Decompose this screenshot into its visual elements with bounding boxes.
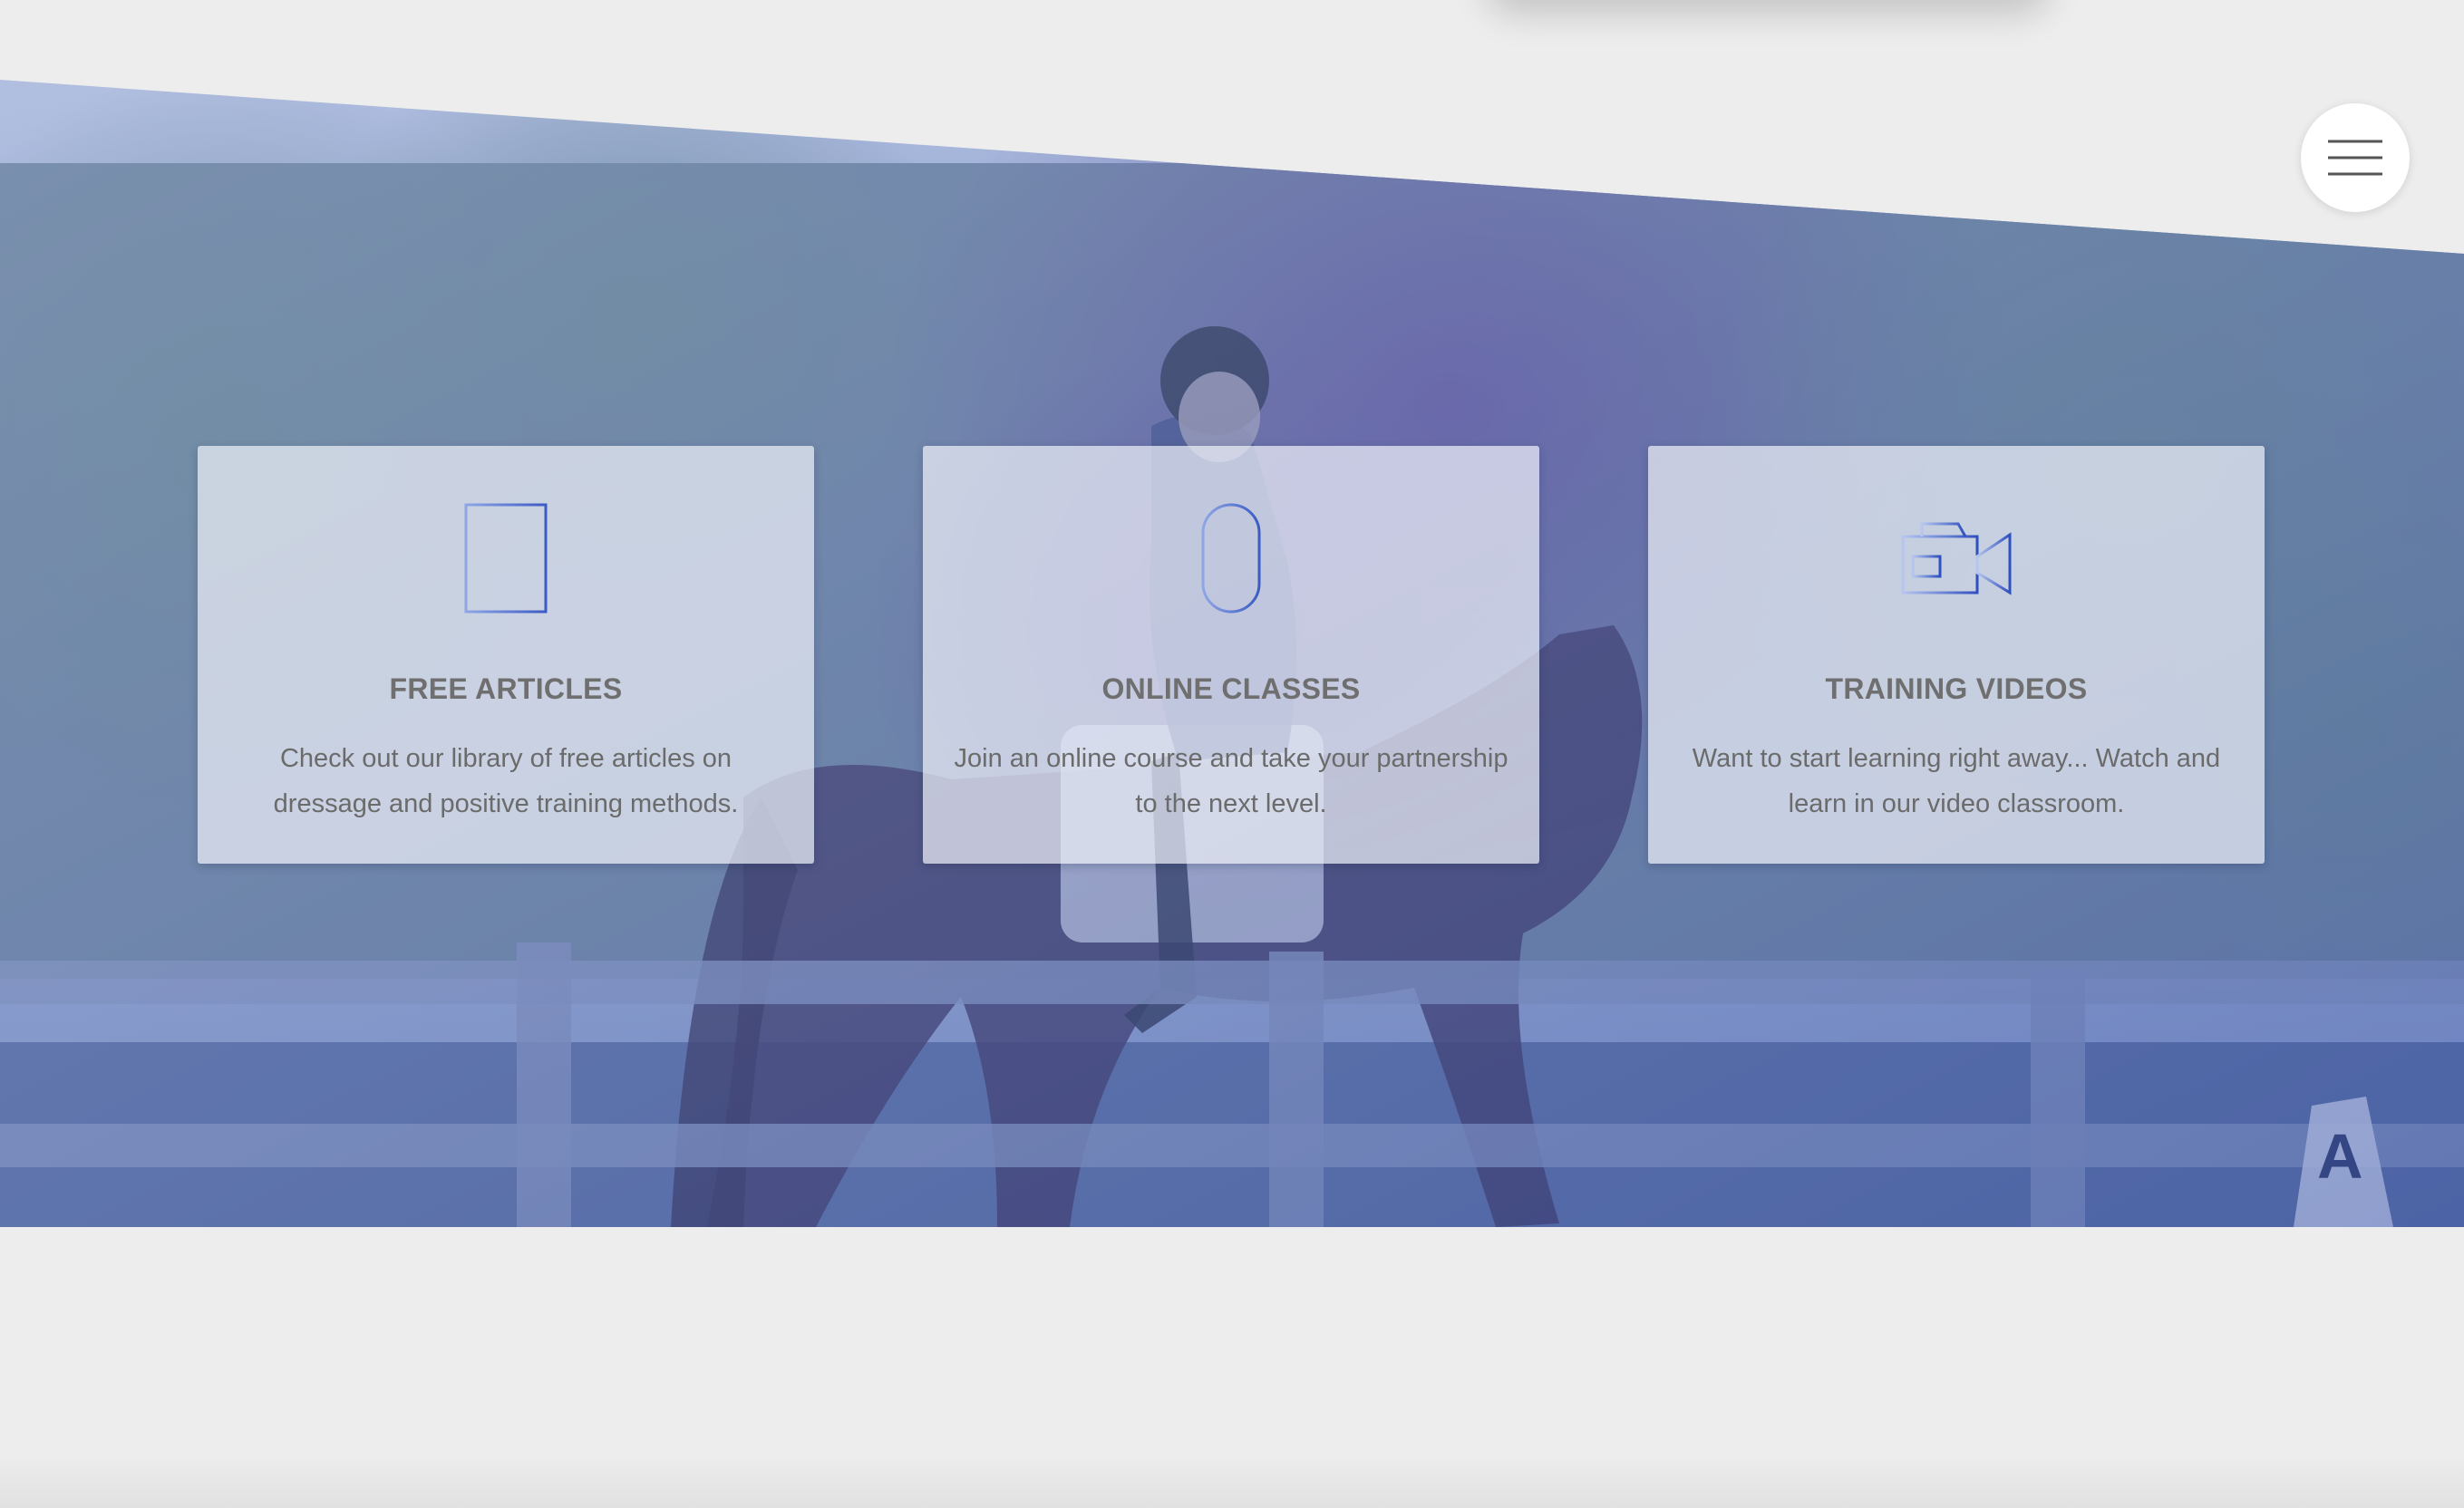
hamburger-menu-icon [2328,140,2382,176]
page: A F [0,0,2464,1508]
video-camera-icon [1901,522,2012,595]
card-free-articles[interactable]: FREE ARTICLES Check out our library of f… [198,446,814,864]
menu-button[interactable] [2301,103,2410,212]
card-description: Want to start learning right away... Wat… [1692,744,2221,818]
card-online-classes[interactable]: ONLINE CLASSES Join an online course and… [923,446,1539,864]
mouse-icon [1201,503,1261,614]
card-title: ONLINE CLASSES [1101,672,1361,705]
card-description: Join an online course and take your part… [954,744,1508,818]
card-title: FREE ARTICLES [389,672,623,705]
card-training-videos[interactable]: TRAINING VIDEOS Want to start learning r… [1648,446,2265,864]
card-description: Check out our library of free articles o… [273,744,739,818]
book-icon [464,503,548,614]
bottom-section-edge [0,1454,2464,1508]
card-title: TRAINING VIDEOS [1825,672,2088,705]
